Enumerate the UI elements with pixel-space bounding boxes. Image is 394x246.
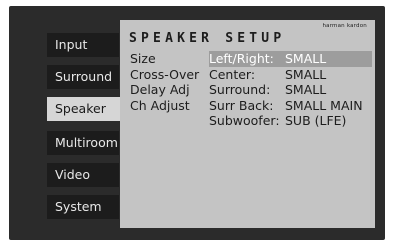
menu-item-delay-adj[interactable]: Delay Adj xyxy=(130,82,199,98)
setting-label: Surround: xyxy=(209,82,271,97)
setting-value: SMALL xyxy=(285,82,327,97)
sidebar-item-system[interactable]: System xyxy=(47,195,119,219)
sidebar-item-label: System xyxy=(55,199,102,214)
page-title: SPEAKER SETUP xyxy=(129,31,286,46)
sidebar-item-video[interactable]: Video xyxy=(47,163,119,187)
sidebar-item-input[interactable]: Input xyxy=(47,33,119,57)
setting-row-center[interactable]: Center: SMALL xyxy=(209,67,372,83)
setting-value: SMALL MAIN xyxy=(285,97,363,113)
setting-label: Left/Right: xyxy=(209,51,274,66)
menu-item-cross-over[interactable]: Cross-Over xyxy=(130,67,199,83)
sidebar-item-multiroom[interactable]: Multiroom xyxy=(47,131,119,155)
setting-label: Center: xyxy=(209,66,256,82)
menu-item-size[interactable]: Size xyxy=(130,51,199,67)
sidebar-item-speaker[interactable]: Speaker xyxy=(47,97,121,121)
setting-value: SMALL xyxy=(285,51,327,66)
speaker-setup-panel: harman kardon SPEAKER SETUP Size Cross-O… xyxy=(120,20,375,228)
setting-row-left-right[interactable]: Left/Right: SMALL xyxy=(209,51,372,67)
setting-value: SUB (LFE) xyxy=(285,113,347,128)
setup-menu: Size Cross-Over Delay Adj Ch Adjust xyxy=(130,51,199,113)
brand-logo: harman kardon xyxy=(322,23,367,29)
sidebar-item-label: Speaker xyxy=(55,101,106,116)
sidebar-item-label: Input xyxy=(55,37,88,52)
setting-row-surr-back[interactable]: Surr Back: SMALL MAIN xyxy=(209,98,372,114)
menu-item-ch-adjust[interactable]: Ch Adjust xyxy=(130,98,199,114)
setting-row-subwoofer[interactable]: Subwoofer: SUB (LFE) xyxy=(209,113,372,129)
setting-label: Surr Back: xyxy=(209,97,274,113)
setting-value: SMALL xyxy=(285,66,327,82)
sidebar-item-surround[interactable]: Surround xyxy=(47,65,119,89)
setting-row-surround[interactable]: Surround: SMALL xyxy=(209,82,372,98)
sidebar-item-label: Surround xyxy=(55,69,113,84)
speaker-settings-list: Left/Right: SMALL Center: SMALL Surround… xyxy=(209,51,372,129)
setting-label: Subwoofer: xyxy=(209,113,280,128)
sidebar-item-label: Video xyxy=(55,167,91,182)
sidebar-item-label: Multiroom xyxy=(55,135,118,150)
